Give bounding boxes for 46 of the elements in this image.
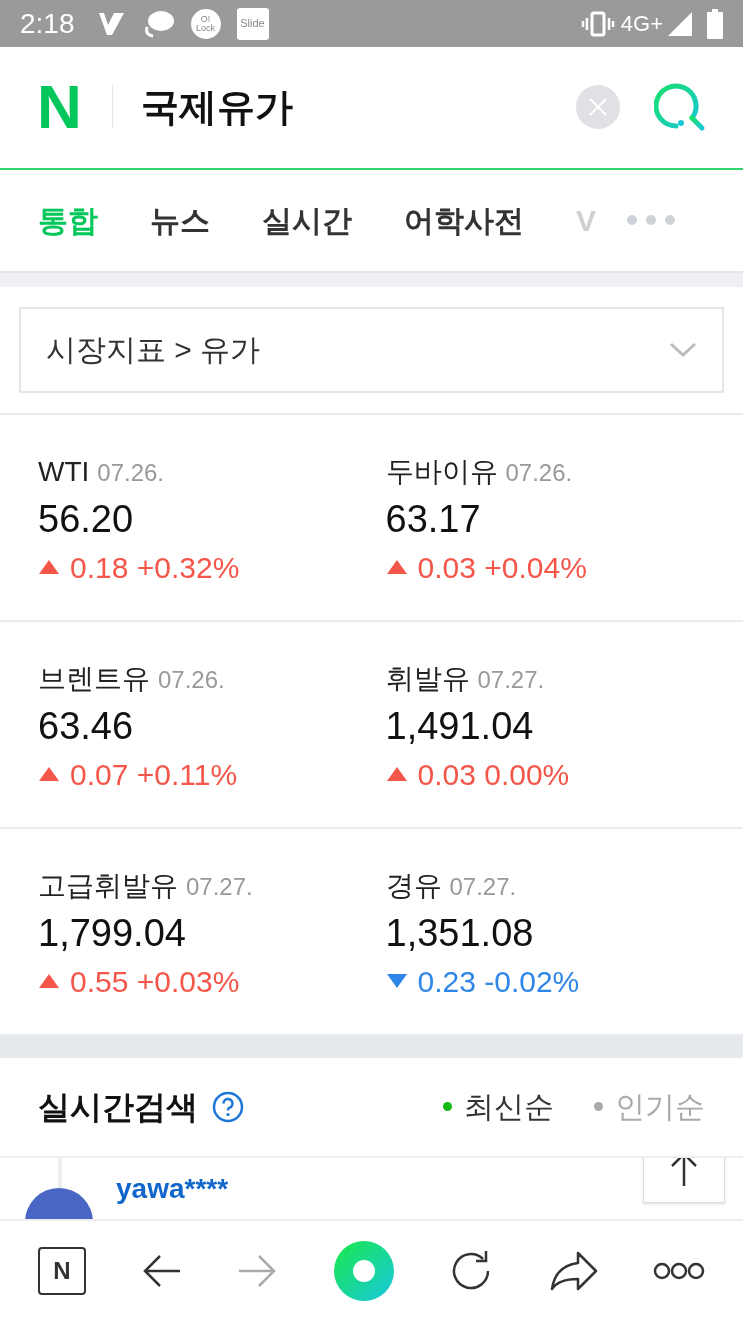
quote-date: 07.27. [449, 872, 517, 902]
oil-name: 휘발유 [385, 662, 470, 696]
clock: 2:18 [20, 6, 75, 41]
section-title: 실시간검색 [38, 1087, 198, 1127]
price-change: 0.03 +0.04% [417, 550, 587, 586]
search-query[interactable]: 국제유가 [140, 78, 576, 136]
price-change: 0.55 +0.03% [70, 964, 240, 1000]
oil-name: WTI [38, 455, 90, 489]
more-icon[interactable] [653, 1261, 705, 1282]
price-change: 0.23 -0.02% [417, 964, 580, 1000]
close-icon [589, 98, 607, 117]
oil-price: 56.20 [38, 497, 135, 542]
category-tab[interactable]: 어학사전 [404, 197, 524, 243]
lock-app-icon: O! Lock [190, 8, 221, 39]
price-change: 0.18 +0.32% [70, 550, 240, 586]
oil-price: 1,491.04 [385, 704, 535, 749]
oil-name: 고급휘발유 [38, 869, 178, 903]
chevron-down-icon [669, 342, 697, 358]
oil-name: 경유 [385, 869, 442, 903]
quote-date: 07.27. [186, 872, 253, 902]
battery-icon [707, 8, 723, 39]
oil-name: 두바이유 [385, 455, 498, 489]
oil-price: 1,799.04 [38, 911, 187, 956]
oil-price: 63.17 [385, 497, 482, 542]
oil-price: 63.46 [38, 704, 135, 749]
quote-date: 07.26. [158, 665, 225, 695]
category-dropdown[interactable]: 시장지표 > 유가 [19, 307, 724, 393]
category-tab[interactable]: 뉴스 [150, 197, 210, 243]
quote-date: 07.26. [505, 458, 573, 488]
oil-name: 브렌트유 [38, 662, 150, 696]
chat-bubble-icon [142, 8, 175, 39]
quote-date: 07.27. [477, 665, 545, 695]
sort-option[interactable]: 최신순 [443, 1084, 554, 1130]
home-button[interactable]: N [38, 1247, 86, 1296]
network-type: 4G+ [620, 10, 663, 39]
price-change: 0.07 +0.11% [70, 757, 238, 793]
quote-date: 07.26. [97, 458, 165, 488]
vibrate-icon [580, 10, 615, 37]
share-icon[interactable] [549, 1251, 598, 1292]
help-icon[interactable] [212, 1090, 244, 1123]
price-change: 0.03 0.00% [417, 757, 570, 793]
slide-app-icon: Slide [236, 7, 269, 40]
user-id[interactable]: yawa**** [116, 1172, 229, 1207]
oil-price: 1,351.08 [385, 911, 535, 956]
signal-icon [667, 10, 693, 37]
category-tab[interactable]: 실시간 [262, 197, 352, 243]
